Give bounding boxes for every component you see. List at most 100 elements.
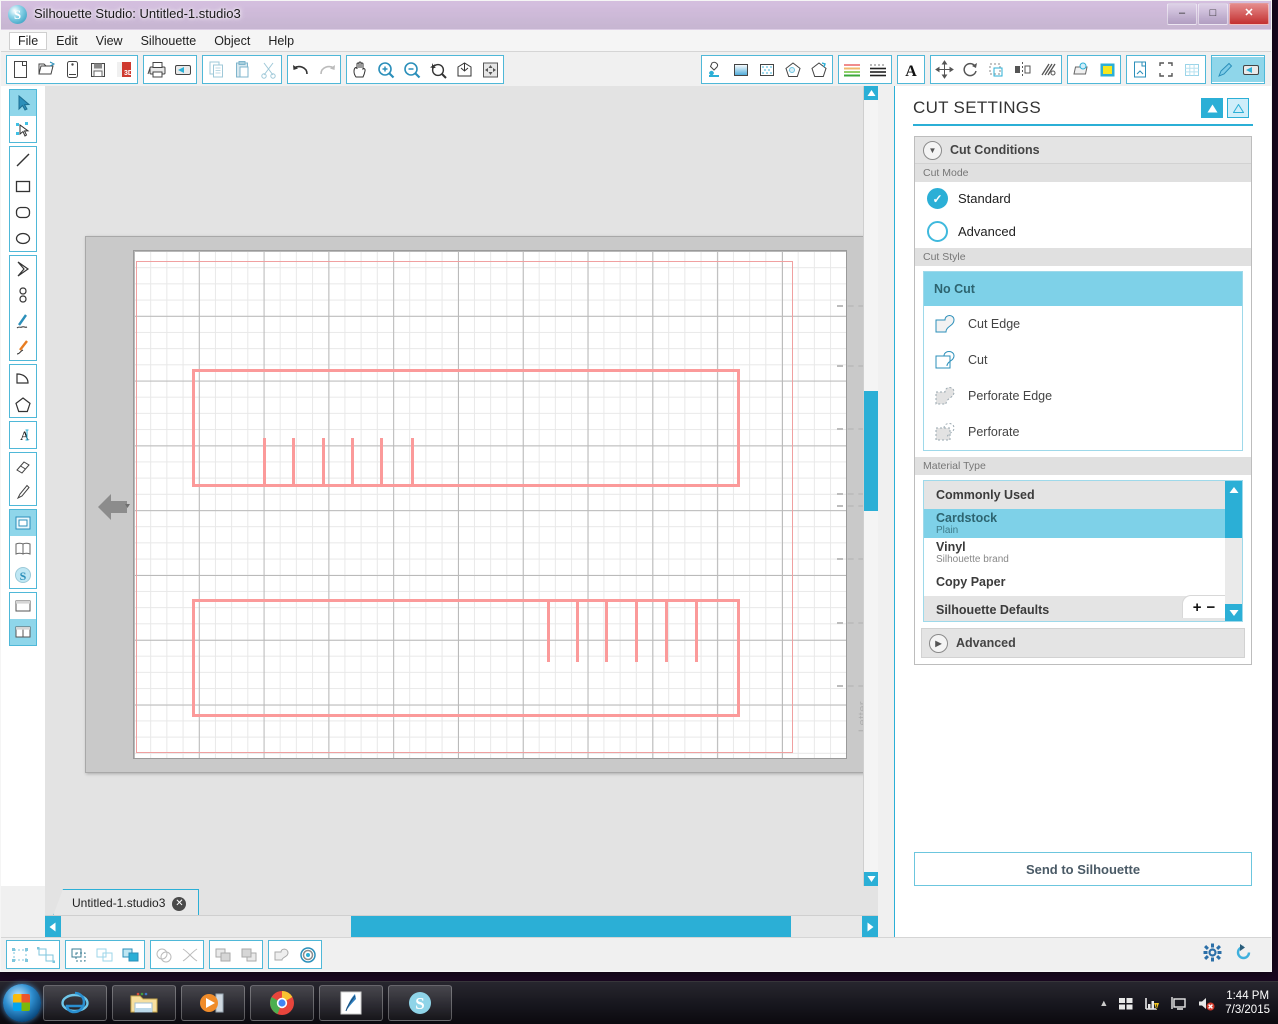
design-canvas[interactable]: 0 1 2 3 4 3 2 1 <box>45 86 878 886</box>
zoom-out-icon[interactable] <box>399 57 425 82</box>
fit-to-window-icon[interactable] <box>477 57 503 82</box>
top-rectangle[interactable] <box>192 369 740 487</box>
canvas-vertical-scrollbar[interactable]: » <box>863 86 878 886</box>
show-hidden-icons-button[interactable]: ▲ <box>1099 998 1108 1008</box>
merge-icon[interactable] <box>269 942 295 967</box>
menu-silhouette[interactable]: Silhouette <box>132 32 206 50</box>
pan-left-arrow-icon[interactable] <box>97 486 131 528</box>
draw-freehand-icon[interactable] <box>10 308 36 334</box>
close-button[interactable]: ✕ <box>1229 3 1269 25</box>
cut-send-icon[interactable] <box>170 57 196 82</box>
add-material-button[interactable]: + <box>1193 599 1202 616</box>
select-arrow-icon[interactable] <box>10 90 36 116</box>
material-item-vinyl[interactable]: Vinyl Silhouette brand <box>924 538 1242 567</box>
fill-pattern-icon[interactable] <box>754 57 780 82</box>
cut-settings-icon[interactable] <box>1238 57 1264 82</box>
panel-expand-button[interactable] <box>1227 98 1249 118</box>
move-icon[interactable] <box>931 57 957 82</box>
library-panel-icon[interactable] <box>10 536 36 562</box>
radio-unselected-icon[interactable] <box>927 221 948 242</box>
page-setup-icon[interactable] <box>1127 57 1153 82</box>
menu-file[interactable]: File <box>9 31 48 50</box>
material-scroll-up-button[interactable] <box>1225 481 1242 498</box>
canvas-horizontal-scrollbar[interactable] <box>45 915 878 938</box>
weld-icon[interactable] <box>118 942 144 967</box>
fit-to-page-icon[interactable] <box>451 57 477 82</box>
windows-flag-icon[interactable] <box>1118 996 1134 1011</box>
rectangle-tool-icon[interactable] <box>10 173 36 199</box>
paste-icon[interactable] <box>229 57 255 82</box>
redo-icon[interactable] <box>314 57 340 82</box>
cut-mode-advanced[interactable]: Advanced <box>915 215 1251 248</box>
modify-icon[interactable] <box>1035 57 1061 82</box>
print-icon[interactable] <box>144 57 170 82</box>
workspace-split-icon[interactable] <box>10 619 36 645</box>
draw-smooth-icon[interactable] <box>10 334 36 360</box>
offset-path-icon[interactable] <box>295 942 321 967</box>
grid-icon[interactable] <box>1179 57 1205 82</box>
offset-icon[interactable] <box>1068 57 1094 82</box>
workspace-single-icon[interactable] <box>10 593 36 619</box>
new-document-icon[interactable] <box>7 57 33 82</box>
cut-scissors-icon[interactable] <box>255 57 281 82</box>
knife-tool-icon[interactable] <box>10 479 36 505</box>
make-compound-path-icon[interactable] <box>66 942 92 967</box>
curve-tool-icon[interactable] <box>10 282 36 308</box>
save-icon[interactable] <box>85 57 111 82</box>
zoom-in-icon[interactable] <box>373 57 399 82</box>
taskbar-photoshop[interactable] <box>319 985 383 1021</box>
store-3d-icon[interactable]: 3D <box>111 57 137 82</box>
maximize-button[interactable]: □ <box>1198 3 1228 25</box>
chevron-right-icon[interactable]: ▶ <box>929 633 948 653</box>
line-tool-icon[interactable] <box>10 147 36 173</box>
line-color-icon[interactable] <box>780 57 806 82</box>
fill-gradient-icon[interactable] <box>728 57 754 82</box>
trace-icon[interactable] <box>1094 57 1120 82</box>
text-style-icon[interactable] <box>839 57 865 82</box>
registration-marks-icon[interactable] <box>1153 57 1179 82</box>
scroll-up-button[interactable] <box>864 86 878 100</box>
cut-style-no-cut[interactable]: No Cut <box>924 272 1242 306</box>
mirror-icon[interactable] <box>1009 57 1035 82</box>
scroll-left-button[interactable] <box>45 916 61 938</box>
store-panel-icon[interactable]: S <box>10 562 36 588</box>
menu-object[interactable]: Object <box>205 32 259 50</box>
radio-selected-icon[interactable]: ✓ <box>927 188 948 209</box>
settings-gear-icon[interactable] <box>1203 943 1222 967</box>
taskbar-media-player[interactable] <box>181 985 245 1021</box>
text-tool-icon[interactable]: A <box>898 57 924 82</box>
taskbar-internet-explorer[interactable] <box>43 985 107 1021</box>
save-as-icon[interactable] <box>59 57 85 82</box>
cut-style-perforate[interactable]: Perforate <box>924 414 1242 450</box>
text-tool-icon[interactable]: A <box>10 422 36 448</box>
material-scroll-thumb[interactable] <box>1225 498 1242 538</box>
zoom-selection-icon[interactable] <box>425 57 451 82</box>
hscroll-thumb[interactable] <box>351 916 791 938</box>
advanced-section-header[interactable]: ▶ Advanced <box>921 628 1245 658</box>
text-options-icon[interactable] <box>865 57 891 82</box>
clock[interactable]: 1:44 PM 7/3/2015 <box>1225 989 1270 1017</box>
open-file-icon[interactable] <box>33 57 59 82</box>
display-icon[interactable] <box>1171 996 1187 1011</box>
pan-hand-icon[interactable] <box>347 57 373 82</box>
volume-muted-icon[interactable] <box>1197 996 1215 1011</box>
send-to-back-icon[interactable] <box>236 942 262 967</box>
network-warning-icon[interactable]: ! <box>1144 996 1161 1011</box>
subtract-icon[interactable] <box>177 942 203 967</box>
chevron-down-icon[interactable]: ▼ <box>923 140 942 160</box>
minimize-button[interactable]: – <box>1167 3 1197 25</box>
material-scroll-down-button[interactable] <box>1225 604 1242 621</box>
polygon-tool-icon[interactable] <box>10 256 36 282</box>
scroll-down-button[interactable] <box>864 872 878 886</box>
edit-points-icon[interactable] <box>10 116 36 142</box>
sketch-pen-icon[interactable] <box>1212 57 1238 82</box>
fill-color-icon[interactable] <box>702 57 728 82</box>
scroll-right-button[interactable] <box>862 916 878 938</box>
panel-collapse-button[interactable] <box>1201 98 1223 118</box>
ungroup-icon[interactable] <box>33 942 59 967</box>
material-type-list[interactable]: Commonly Used Cardstock Plain Vinyl Silh… <box>923 480 1243 622</box>
sync-refresh-icon[interactable] <box>1234 943 1253 967</box>
material-group-commonly-used[interactable]: Commonly Used <box>924 481 1242 509</box>
scroll-thumb[interactable] <box>864 391 878 511</box>
page-panel-icon[interactable] <box>10 510 36 536</box>
